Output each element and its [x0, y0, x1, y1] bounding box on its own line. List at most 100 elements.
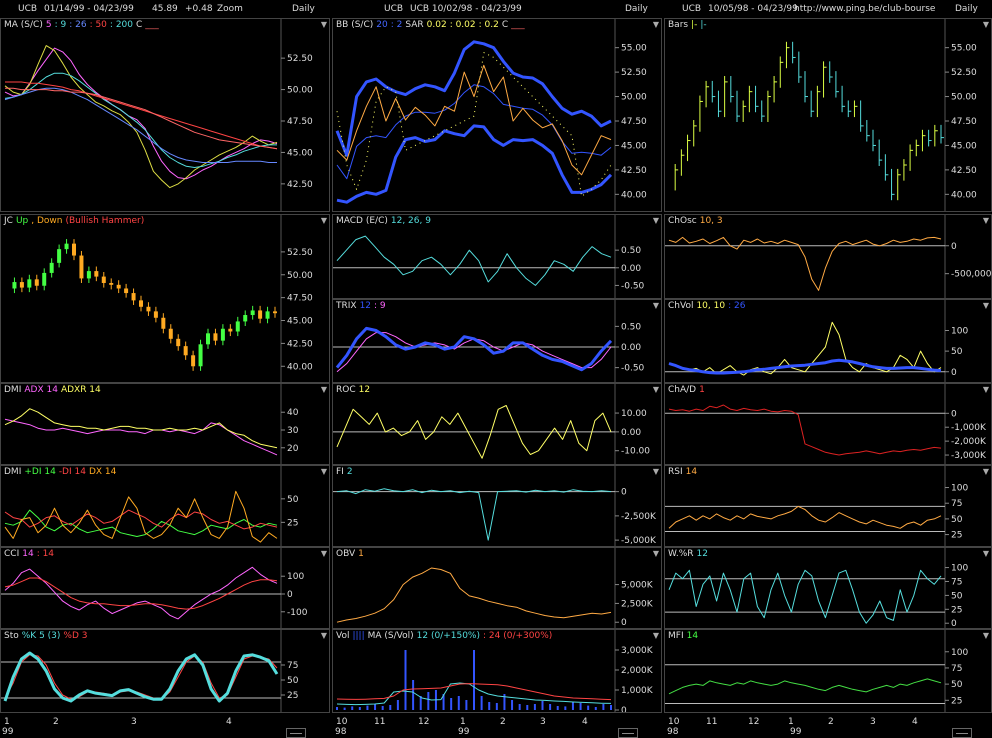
y-tick-label: -2,500K — [621, 512, 657, 522]
date-tick: 1 — [460, 717, 466, 727]
panel-bb[interactable]: 55.00 52.50 50.00 47.50 45.00 42.50 40.00 BB (S… — [332, 18, 662, 212]
title-segment: MA (S/Vol) — [367, 631, 414, 641]
panel-fi[interactable]: 0 -2,500K -5,000K FI 2 ▼ — [332, 465, 662, 547]
series-line-0 — [4, 566, 278, 620]
panel-menu-icon[interactable]: ▼ — [983, 549, 989, 558]
candle — [12, 277, 17, 294]
daily-button-3[interactable]: Daily — [955, 4, 978, 14]
panel-sto[interactable]: 75 50 25 Sto %K 5 (3) %D 3 ▼ — [0, 629, 330, 713]
panel-roc[interactable]: 10.00 0.00 -10.00 ROC 12 ▼ — [332, 383, 662, 465]
panel-chosc[interactable]: 0 -500,000 ChOsc 10, 3 ▼ — [664, 214, 992, 299]
y-tick-label: 45.00 — [951, 141, 977, 151]
panel-menu-icon[interactable]: ▼ — [653, 216, 659, 225]
title-segment: 14 — [22, 549, 34, 559]
title-segment: DX 14 — [88, 467, 117, 477]
chart-obv: 5,000K 2,500K 0 — [336, 548, 654, 628]
candle — [139, 295, 143, 312]
panel-menu-icon[interactable]: ▼ — [653, 549, 659, 558]
zoom-label[interactable]: Zoom — [217, 4, 243, 14]
panel-menu-icon[interactable]: ▼ — [983, 20, 989, 29]
panel-macd[interactable]: 0.50 0.00 -0.50 MACD (E/C) 12, 26, 9 ▼ — [332, 214, 662, 299]
chart-vol: 3,000K 2,000K 1,000K 0 — [336, 630, 654, 712]
daily-button-1[interactable]: Daily — [292, 4, 315, 14]
title-segment: |- — [691, 20, 698, 30]
panel-menu-icon[interactable]: ▼ — [983, 467, 989, 476]
panel-menu-icon[interactable]: ▼ — [321, 20, 327, 29]
panel-jc[interactable]: 52.50 50.00 47.50 45.00 42.50 40.00 JC Up, Down… — [0, 214, 330, 383]
y-tick-label: 47.50 — [951, 117, 977, 127]
panel-menu-icon[interactable]: ▼ — [983, 216, 989, 225]
panel-menu-icon[interactable]: ▼ — [321, 216, 327, 225]
panel-vol[interactable]: 3,000K 2,000K 1,000K 0 Vol |||| MA (S/Vol) 12 (… — [332, 629, 662, 713]
ohlc-bar — [761, 100, 765, 122]
y-tick-label: 0.00 — [621, 343, 641, 353]
panel-wr[interactable]: 100 75 50 25 0 W.%R 12 ▼ — [664, 547, 992, 629]
candle — [124, 283, 129, 298]
title-segment: MA (S/C) — [4, 20, 43, 30]
y-tick-label: 0 — [951, 242, 957, 252]
scroll-button-1[interactable] — [286, 728, 306, 738]
panel-obv[interactable]: 5,000K 2,500K 0 OBV 1 ▼ — [332, 547, 662, 629]
title-segment: 12 — [359, 301, 372, 311]
panel-bars[interactable]: 55.00 52.50 50.00 47.50 45.00 42.50 40.00 Bars |… — [664, 18, 992, 212]
ohlc-bar — [680, 149, 685, 176]
panel-menu-icon[interactable]: ▼ — [653, 467, 659, 476]
panel-menu-icon[interactable]: ▼ — [653, 301, 659, 310]
y-tick-label: 1,000K — [621, 686, 654, 696]
date-range: 01/14/99 - 04/23/99 — [44, 4, 134, 14]
panel-mfi[interactable]: 100 75 50 25 MFI 14 ▼ — [664, 629, 992, 713]
date-tick: 4 — [226, 717, 232, 727]
panel-cci[interactable]: 100 0 -100 CCI 14: 14 ▼ — [0, 547, 330, 629]
candle — [131, 288, 136, 305]
panel-menu-icon[interactable]: ▼ — [653, 20, 659, 29]
panel-menu-icon[interactable]: ▼ — [983, 301, 989, 310]
panel-menu-icon[interactable]: ▼ — [983, 631, 989, 640]
chart-fi: 0 -2,500K -5,000K — [333, 466, 657, 546]
ohlc-bar — [724, 76, 728, 118]
panel-dmi2[interactable]: 50 25 DMI +DI 14 -DI 14 DX 14 ▼ — [0, 465, 330, 547]
y-tick-label: -500,000 — [951, 270, 992, 280]
date-range: 10/05/98 - 04/23/99 — [708, 4, 798, 14]
scroll-button-3[interactable] — [952, 728, 972, 738]
ohlc-bar — [928, 129, 932, 147]
panel-menu-icon[interactable]: ▼ — [321, 549, 327, 558]
y-tick-label: 40.00 — [951, 190, 977, 200]
title-segment: : 2 — [390, 20, 403, 30]
title-segment: RSI — [668, 467, 683, 477]
series-line-0 — [336, 235, 612, 286]
panel-menu-icon[interactable]: ▼ — [653, 631, 659, 640]
panel-chad[interactable]: 0 -1,000K -2,000K -3,000K ChA/D 1 ▼ — [664, 383, 992, 465]
title-segment: : 9 — [54, 20, 67, 30]
candle — [116, 280, 121, 294]
panel-menu-icon[interactable]: ▼ — [653, 385, 659, 394]
panel-rsi[interactable]: 100 75 50 25 RSI 14 ▼ — [664, 465, 992, 547]
panel-menu-icon[interactable]: ▼ — [321, 385, 327, 394]
ticker-label: UCB — [682, 4, 702, 14]
chart-roc: 10.00 0.00 -10.00 — [333, 384, 650, 464]
panel-chvol[interactable]: 100 50 0 ChVol 10, 10: 26 ▼ — [664, 299, 992, 383]
panel-ma[interactable]: 52.50 50.00 47.50 45.00 42.50 MA (S/C) 5: 9: 2… — [0, 18, 330, 212]
panel-dmi1[interactable]: 40 30 20 DMI ADX 14 ADXR 14 ▼ — [0, 383, 330, 465]
y-tick-label: 0 — [621, 488, 627, 498]
chart-chad: 0 -1,000K -2,000K -3,000K — [665, 384, 987, 464]
title-segment: 0.02 — [426, 20, 447, 30]
series-line-0 — [668, 678, 942, 695]
title-segment: 12 (0/+150%) — [416, 631, 480, 641]
y-tick-label: 50 — [951, 347, 963, 357]
panel-title: RSI 14 — [668, 467, 700, 477]
panel-menu-icon[interactable]: ▼ — [983, 385, 989, 394]
series-line-0 — [335, 40, 612, 157]
series-line-0 — [4, 47, 278, 180]
daily-button-2[interactable]: Daily — [625, 4, 648, 14]
chart-chvol: 100 50 0 — [665, 300, 968, 382]
date-tick: 12 — [748, 717, 760, 727]
panel-menu-icon[interactable]: ▼ — [321, 631, 327, 640]
panel-trix[interactable]: 0.50 0.00 -0.50 TRIX 12: 9 ▼ — [332, 299, 662, 383]
y-tick-label: 55.00 — [621, 44, 647, 54]
panel-menu-icon[interactable]: ▼ — [321, 467, 327, 476]
title-segment: BB (S/C) — [336, 20, 374, 30]
date-tick: 2 — [500, 717, 506, 727]
scroll-button-2[interactable] — [618, 728, 638, 738]
y-tick-label: 50.00 — [951, 93, 977, 103]
date-tick: 10 — [336, 717, 348, 727]
